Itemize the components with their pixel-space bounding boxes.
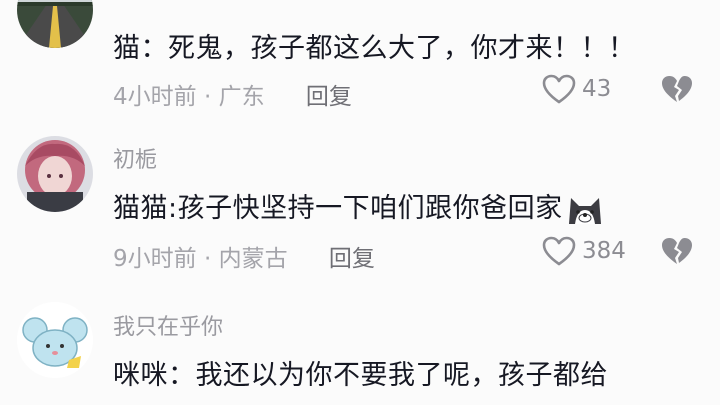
like-count: 43 [582,76,612,102]
comment-username[interactable]: 初栀 [113,142,157,174]
comment-meta: 4小时前 · 广东 回复 [113,84,352,110]
dislike-button[interactable] [660,74,694,104]
heart-outline-icon [542,74,576,104]
like-count: 384 [582,238,626,264]
reply-button[interactable]: 回复 [329,246,375,272]
avatar[interactable] [17,0,93,48]
avatar[interactable] [17,302,93,378]
comment-text: 猫猫:孩子快坚持一下咱们跟你爸回家 [113,186,605,226]
broken-heart-icon [660,74,694,104]
comment-time: 4小时前 [113,84,197,110]
comment-meta: 9小时前 · 内蒙古 回复 [113,246,375,272]
like-button[interactable]: 43 [542,74,611,104]
like-button[interactable]: 384 [542,236,626,266]
comment-username[interactable]: 我只在乎你 [113,309,223,341]
broken-heart-icon [660,236,694,266]
heart-outline-icon [542,236,576,266]
comment-location: 广东 [218,84,265,110]
comment-location: 内蒙古 [218,246,288,272]
reply-button[interactable]: 回复 [306,84,352,110]
avatar[interactable] [17,136,93,212]
comment-time: 9小时前 [113,246,197,272]
husky-emoji-icon [565,194,605,226]
comment-text: 猫：死鬼，孩子都这么大了，你才来！！！ [113,33,636,64]
dislike-button[interactable] [660,236,694,266]
comment-text: 咪咪：我还以为你不要我了呢，孩子都给 [113,360,608,391]
